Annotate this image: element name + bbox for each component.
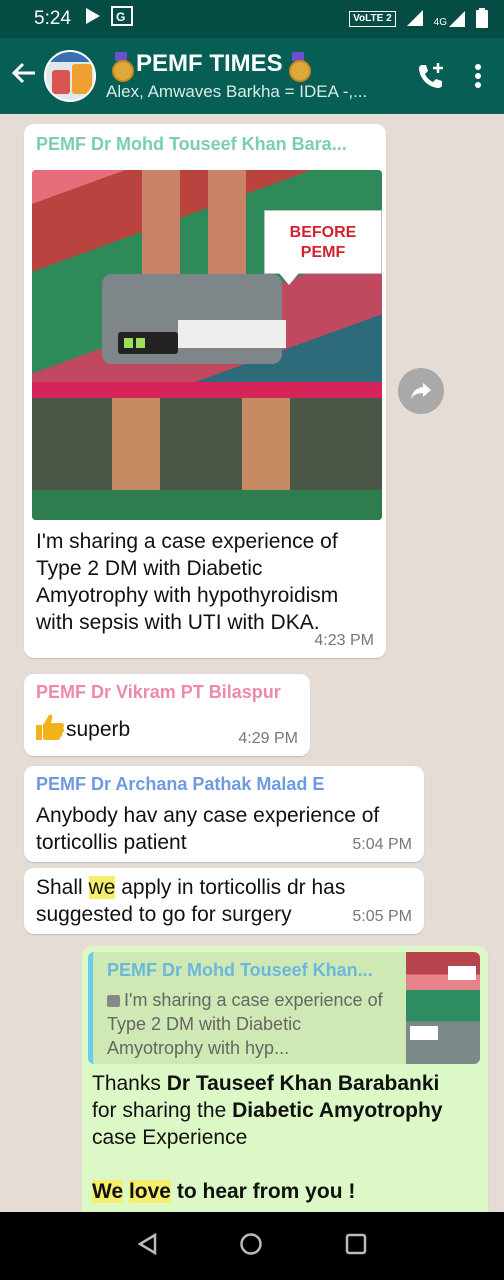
photo-callout: BEFORE PEMF bbox=[264, 210, 382, 285]
status-right-icons: VoLTE 2 4G bbox=[349, 7, 488, 31]
quoted-sender: PEMF Dr Mohd Touseef Khan... bbox=[107, 960, 373, 980]
photo-floor bbox=[32, 490, 382, 520]
status-time: 5:24 bbox=[34, 8, 71, 29]
svg-text:G: G bbox=[116, 10, 125, 24]
quoted-message[interactable]: PEMF Dr Mohd Touseef Khan... I'm sharing… bbox=[88, 952, 480, 1064]
reply-bold: to hear from you ! bbox=[171, 1180, 356, 1203]
quoted-thumbnail bbox=[406, 952, 480, 1064]
shared-photo[interactable]: BEFORE PEMF bbox=[32, 170, 382, 520]
signal-4g-icon: 4G bbox=[434, 10, 466, 28]
status-notification-icons: G bbox=[85, 6, 133, 32]
battery-icon bbox=[476, 7, 488, 31]
reply-line: for sharing the Diabetic Amyotrophy bbox=[92, 1097, 482, 1124]
network-label: 4G bbox=[433, 17, 447, 28]
message-text: I'm sharing a case experience of Type 2 … bbox=[36, 530, 339, 634]
thumbs-up-icon bbox=[34, 712, 66, 747]
nav-back-icon[interactable] bbox=[137, 1232, 157, 1260]
photo-scale-display bbox=[118, 332, 178, 354]
message-text: Shall we apply in torticollis dr has sug… bbox=[36, 874, 384, 928]
message-time: 5:05 PM bbox=[352, 908, 412, 925]
avatar-shape-left bbox=[52, 70, 70, 94]
sender-name: PEMF Dr Vikram PT Bilaspur bbox=[36, 682, 281, 702]
message-bubble[interactable]: Shall we apply in torticollis dr has sug… bbox=[24, 868, 424, 934]
reply-line: Thanks Dr Tauseef Khan Barabanki bbox=[92, 1070, 482, 1097]
system-nav-bar bbox=[0, 1212, 504, 1280]
volte-badge: VoLTE 2 bbox=[349, 11, 396, 27]
callout-line-2: PEMF bbox=[300, 244, 346, 261]
group-title-line: PEMF TIMES bbox=[106, 50, 416, 82]
thumbnail-label bbox=[448, 966, 476, 980]
avatar-band bbox=[46, 52, 94, 62]
chat-header: PEMF TIMES Alex, Amwaves Barkha = IDEA -… bbox=[0, 38, 504, 114]
callout-line-1: BEFORE bbox=[289, 224, 357, 241]
reply-highlight: We bbox=[92, 1180, 124, 1203]
message-sender: PEMF Dr Mohd Touseef Khan Bara... bbox=[36, 134, 366, 155]
message-sender: PEMF Dr Archana Pathak Malad E bbox=[36, 774, 412, 795]
forward-icon bbox=[411, 383, 431, 399]
message-sender: PEMF Dr Vikram PT Bilaspur bbox=[36, 682, 300, 703]
signal-icon bbox=[406, 9, 424, 30]
avatar-shape-right bbox=[72, 64, 92, 94]
group-members: Alex, Amwaves Barkha = IDEA -,... bbox=[106, 82, 368, 101]
thumbnail-label bbox=[410, 1026, 438, 1040]
nav-home-icon[interactable] bbox=[239, 1232, 263, 1261]
group-info[interactable]: PEMF TIMES Alex, Amwaves Barkha = IDEA -… bbox=[106, 50, 416, 102]
sender-name: PEMF Dr Mohd Touseef Khan Bara... bbox=[36, 134, 347, 154]
reply-highlight: love bbox=[128, 1180, 171, 1203]
message-bubble[interactable]: PEMF Dr Archana Pathak Malad E Anybody h… bbox=[24, 766, 424, 862]
reply-line-part: Thanks bbox=[92, 1072, 167, 1095]
reply-text: Thanks Dr Tauseef Khan Barabanki for sha… bbox=[92, 1070, 482, 1205]
message-bubble[interactable]: PEMF Dr Vikram PT Bilaspur superb 4:29 P… bbox=[24, 674, 310, 756]
photo-redaction bbox=[178, 320, 286, 348]
message-time: 4:23 PM bbox=[314, 632, 374, 649]
message-bubble-image[interactable]: PEMF Dr Mohd Touseef Khan Bara... BEFORE… bbox=[24, 124, 386, 658]
highlighted-word: we bbox=[88, 876, 116, 899]
translate-icon: G bbox=[110, 6, 133, 32]
back-arrow-icon[interactable] bbox=[4, 60, 44, 92]
header-actions bbox=[416, 61, 482, 91]
add-call-icon[interactable] bbox=[416, 61, 446, 91]
more-options-icon[interactable] bbox=[474, 63, 482, 89]
group-avatar[interactable] bbox=[44, 50, 96, 102]
message-content: superb bbox=[34, 712, 130, 747]
photo-divider bbox=[32, 382, 382, 398]
forward-button[interactable] bbox=[398, 368, 444, 414]
outgoing-reply-bubble[interactable]: PEMF Dr Mohd Touseef Khan... I'm sharing… bbox=[82, 946, 488, 1212]
message-time: 4:29 PM bbox=[238, 730, 298, 747]
quoted-text-content: I'm sharing a case experience of Type 2 … bbox=[107, 990, 383, 1058]
play-store-icon bbox=[85, 7, 101, 31]
message-time: 5:04 PM bbox=[352, 836, 412, 853]
status-bar: 5:24 G VoLTE 2 4G bbox=[0, 0, 504, 38]
message-text: superb bbox=[66, 718, 131, 741]
medal-icon bbox=[288, 52, 311, 82]
nav-recents-icon[interactable] bbox=[345, 1233, 367, 1260]
chat-area[interactable]: PEMF Dr Mohd Touseef Khan Bara... BEFORE… bbox=[0, 114, 504, 1212]
image-icon bbox=[107, 995, 120, 1007]
reply-bold: Diabetic Amyotrophy bbox=[232, 1099, 443, 1122]
quoted-text: I'm sharing a case experience of Type 2 … bbox=[107, 988, 395, 1060]
group-title: PEMF TIMES bbox=[136, 50, 283, 77]
message-text-part: Shall bbox=[36, 876, 89, 899]
sender-name: PEMF Dr Archana Pathak Malad E bbox=[36, 774, 325, 794]
reply-line: case Experience bbox=[92, 1126, 248, 1149]
reply-spacer bbox=[92, 1151, 482, 1178]
reply-line-part: for sharing the bbox=[92, 1099, 233, 1122]
medal-icon bbox=[112, 52, 134, 82]
reply-line: We love to hear from you ! bbox=[92, 1178, 482, 1205]
reply-bold: Dr Tauseef Khan Barabanki bbox=[166, 1072, 440, 1095]
